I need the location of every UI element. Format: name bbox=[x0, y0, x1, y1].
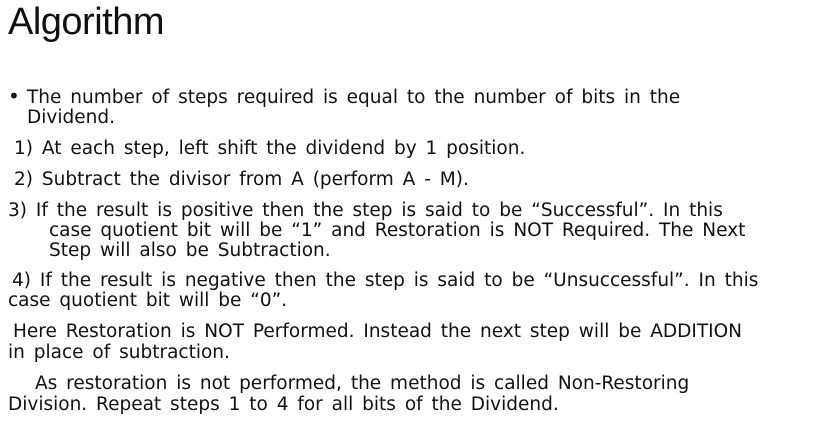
step-3-line-3: Step will also be Subtraction. bbox=[49, 240, 331, 261]
note-line-1: Here Restoration is NOT Performed. Inste… bbox=[13, 321, 742, 342]
slide: Algorithm • The number of steps required… bbox=[0, 0, 831, 423]
conclusion-line-2: Division. Repeat steps 1 to 4 for all bi… bbox=[8, 394, 559, 415]
bullet-line-1: The number of steps required is equal to… bbox=[27, 87, 681, 108]
conclusion-line-1: As restoration is not performed, the met… bbox=[35, 373, 690, 394]
step-2-text: 2) Subtract the divisor from A (perform … bbox=[14, 169, 469, 190]
step-4-line-2: case quotient bit will be “0”. bbox=[8, 290, 288, 311]
bullet-line-2: Dividend. bbox=[27, 107, 115, 128]
step-1-text: 1) At each step, left shift the dividend… bbox=[14, 138, 526, 159]
step-3-line-2: case quotient bit will be “1” and Restor… bbox=[49, 220, 746, 241]
step-3-line-1: 3) If the result is positive then the st… bbox=[8, 200, 723, 221]
step-4-line-1: 4) If the result is negative then the st… bbox=[12, 270, 759, 291]
slide-body: • The number of steps required is equal … bbox=[0, 0, 831, 423]
note-line-2: in place of subtraction. bbox=[8, 342, 230, 363]
bullet-marker: • bbox=[8, 84, 20, 108]
